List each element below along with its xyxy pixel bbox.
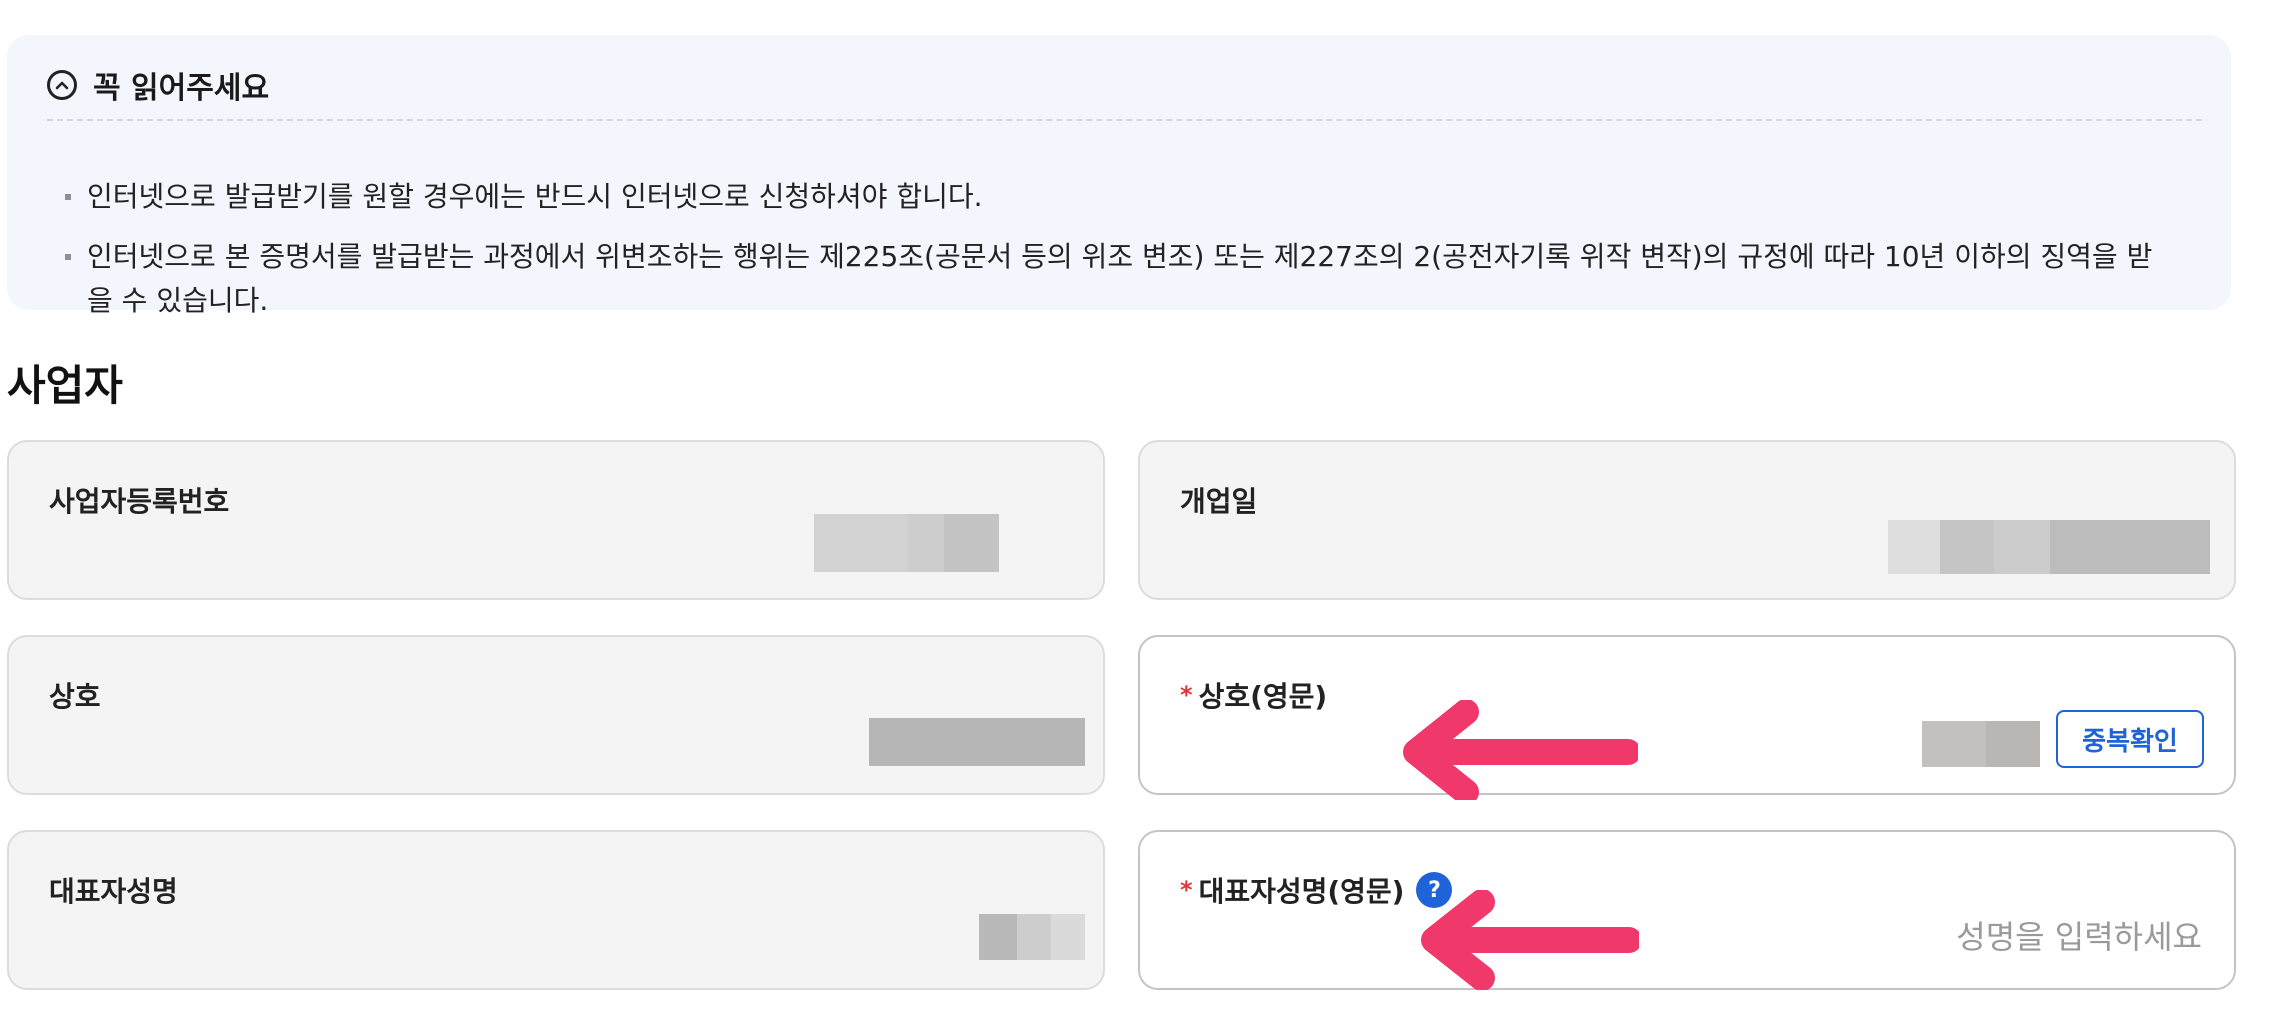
notice-box: 꼭 읽어주세요 인터넷으로 발급받기를 원할 경우에는 반드시 인터넷으로 신청… [7, 35, 2231, 317]
page: 꼭 읽어주세요 인터넷으로 발급받기를 원할 경우에는 반드시 인터넷으로 신청… [0, 0, 2270, 1020]
company-name-en-field: * 상호(영문) 중복확인 [1138, 635, 2236, 795]
field-label: 대표자성명 [49, 875, 178, 908]
notice-item-text: 인터넷으로 발급받기를 원할 경우에는 반드시 인터넷으로 신청하셔야 합니다. [87, 180, 983, 213]
field-label: 개업일 [1180, 485, 1258, 518]
field-label: 사업자등록번호 [49, 485, 230, 518]
duplicate-check-button[interactable]: 중복확인 [2056, 710, 2204, 768]
notice-divider [47, 119, 2202, 121]
notice-title: 꼭 읽어주세요 [93, 71, 270, 106]
notice-header[interactable]: 꼭 읽어주세요 [47, 63, 269, 107]
bullet-icon [65, 194, 71, 200]
ceo-name-field: 대표자성명 [7, 830, 1105, 990]
required-mark: * [1180, 876, 1193, 904]
notice-list: 인터넷으로 발급받기를 원할 경우에는 반드시 인터넷으로 신청하셔야 합니다.… [65, 175, 2165, 323]
field-label: 상호 [49, 680, 101, 713]
company-name-en-value[interactable] [1922, 721, 2040, 767]
field-label-text: 대표자성명(영문) [1198, 875, 1405, 908]
field-label: * 대표자성명(영문) ? [1180, 870, 1453, 910]
required-mark: * [1180, 681, 1193, 709]
company-name-field: 상호 [7, 635, 1105, 795]
ceo-name-en-field: * 대표자성명(영문) ? [1138, 830, 2236, 990]
arrow-left-icon [1421, 890, 1639, 990]
business-reg-no-field: 사업자등록번호 [7, 440, 1105, 600]
section-title: 사업자 [7, 361, 123, 410]
field-label: * 상호(영문) [1180, 675, 1327, 715]
arrow-left-icon [1403, 700, 1638, 800]
company-name-value [869, 718, 1085, 766]
ceo-name-value [979, 914, 1085, 960]
notice-item: 인터넷으로 발급받기를 원할 경우에는 반드시 인터넷으로 신청하셔야 합니다. [65, 175, 2165, 219]
notice-item: 인터넷으로 본 증명서를 발급받는 과정에서 위변조하는 행위는 제225조(공… [65, 235, 2165, 323]
business-reg-no-value [814, 514, 999, 572]
field-label-text: 상호(영문) [1198, 680, 1328, 713]
open-date-field: 개업일 [1138, 440, 2236, 600]
chevron-up-circle-icon[interactable] [47, 70, 77, 100]
notice-item-text: 인터넷으로 본 증명서를 발급받는 과정에서 위변조하는 행위는 제225조(공… [87, 240, 2153, 317]
bullet-icon [65, 254, 71, 260]
open-date-value [1888, 520, 2210, 574]
